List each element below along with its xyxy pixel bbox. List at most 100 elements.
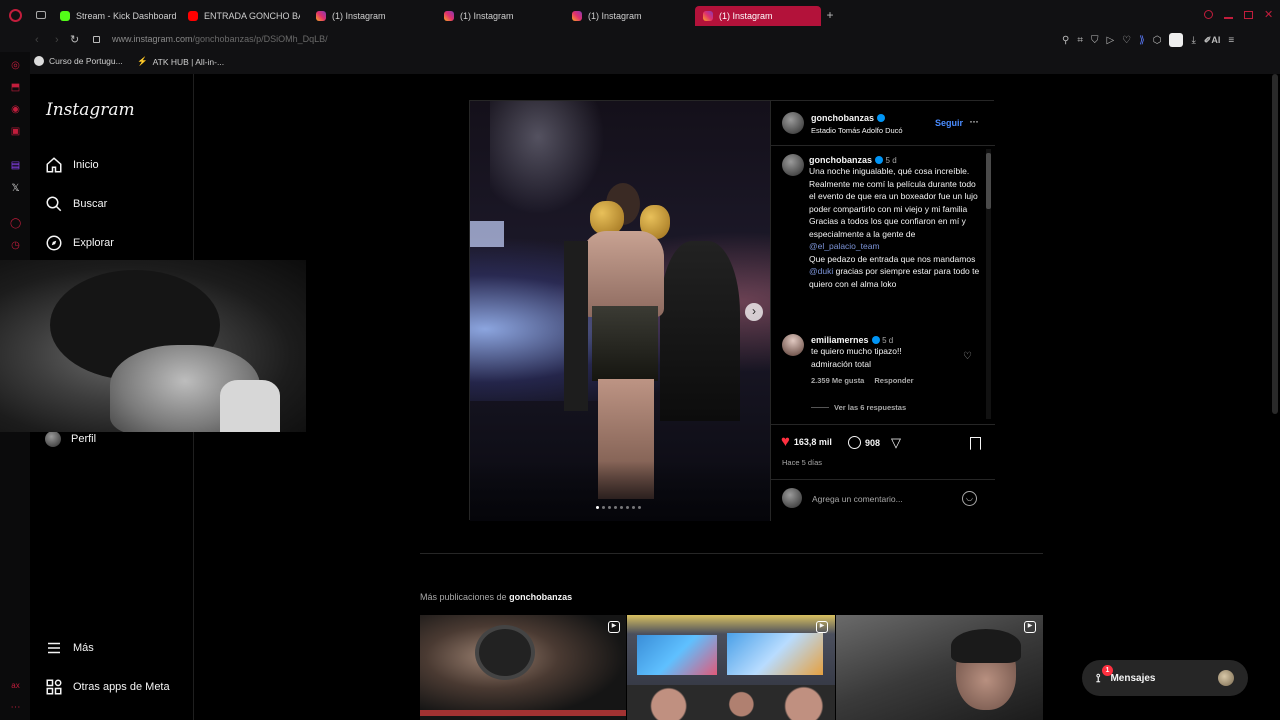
messages-button[interactable]: ⟟ 1 Mensajes — [1082, 660, 1248, 696]
comment-block: emiliamernes 5 d te quiero mucho tipazo!… — [811, 335, 971, 385]
caption-time: 5 d — [885, 156, 897, 165]
grid-post-3[interactable] — [836, 615, 1043, 720]
more-options-icon[interactable]: ··· — [969, 114, 979, 128]
page-scrollbar[interactable] — [1272, 74, 1278, 414]
history-icon[interactable]: ◷ — [10, 240, 21, 251]
share-icon[interactable]: ▽ — [891, 435, 901, 451]
caption-username[interactable]: gonchobanzas — [809, 155, 872, 165]
instagram-logo[interactable]: Instagram — [46, 100, 135, 120]
menu-icon — [48, 642, 60, 654]
caption-header: gonchobanzas 5 d — [809, 155, 981, 165]
comment-like-icon[interactable]: ♡ — [963, 351, 972, 362]
tab-instagram-3[interactable]: (1) Instagram — [572, 6, 684, 26]
player-icon[interactable]: ◯ — [10, 218, 21, 229]
profile-avatar-icon — [45, 431, 61, 447]
tab-label: (1) Instagram — [460, 11, 514, 21]
heart-icon[interactable]: ♡ — [1122, 35, 1131, 46]
instagram-sidebar-icon[interactable]: ◉ — [10, 104, 21, 115]
tab-instagram-2[interactable]: (1) Instagram — [444, 6, 556, 26]
more-username[interactable]: gonchobanzas — [509, 592, 572, 602]
view-replies-button[interactable]: Ver las 6 respuestas — [834, 403, 906, 412]
messages-label: Mensajes — [1110, 672, 1156, 684]
add-comment-input[interactable]: Agrega un comentario... — [812, 494, 903, 504]
tab-youtube[interactable]: ENTRADA GONCHO BANZ... — [188, 6, 300, 26]
author-username[interactable]: gonchobanzas — [811, 113, 886, 123]
tab-label: Stream - Kick Dashboard — [76, 11, 177, 21]
tab-instagram-1[interactable]: (1) Instagram — [316, 6, 428, 26]
caption-text-2: Gracias a todos los que confiaron en mí … — [809, 216, 966, 239]
author-avatar[interactable] — [782, 112, 804, 134]
minimize-icon[interactable] — [1224, 17, 1233, 19]
tab-instagram-active[interactable]: (1) Instagram — [695, 6, 821, 26]
workspaces-icon[interactable] — [36, 11, 46, 19]
lightning-icon: ⚡ — [137, 56, 148, 66]
bookmark-atkhub[interactable]: ⚡ ATK HUB | All-in-... — [137, 56, 224, 67]
new-tab-button[interactable]: + — [824, 9, 836, 21]
comments-scrollbar-thumb[interactable] — [986, 153, 991, 209]
post-location[interactable]: Estadio Tomás Adolfo Ducó — [811, 126, 903, 135]
menu-icon[interactable]: ≡ — [1228, 35, 1234, 46]
comment-button[interactable]: 908 — [848, 436, 880, 449]
reel-icon: ▶ — [608, 621, 620, 633]
nav-explorar[interactable]: Explorar — [45, 232, 114, 254]
audio-icon[interactable]: ⟫ — [1139, 35, 1145, 46]
opera-logo-icon[interactable] — [9, 9, 22, 22]
download-icon[interactable]: ⤓ — [1191, 35, 1195, 46]
messenger-icon[interactable]: ▣ — [10, 126, 21, 137]
extensions-sidebar-icon[interactable]: ax — [10, 680, 21, 691]
save-bookmark-icon[interactable] — [970, 437, 981, 450]
profile-extension-icon[interactable] — [1169, 33, 1184, 47]
likes-count: 163,8 mil — [793, 437, 832, 447]
back-icon[interactable]: ‹ — [35, 34, 39, 46]
nav-mas[interactable]: Más — [45, 637, 94, 659]
search-tabs-icon[interactable] — [1204, 10, 1213, 19]
ai-button[interactable]: ✐AI — [1204, 35, 1221, 46]
boxer-body — [582, 231, 664, 317]
verified-badge-icon — [877, 114, 886, 122]
twitch-icon[interactable]: ▤ — [10, 160, 21, 171]
search-icon — [46, 196, 62, 212]
nav-label: Más — [73, 642, 94, 654]
emoji-icon[interactable]: ◡ — [962, 491, 977, 506]
tab-label: (1) Instagram — [588, 11, 642, 21]
boxing-glove-left — [590, 201, 624, 235]
snapshot-icon[interactable]: ⌗ — [1077, 35, 1083, 46]
caption-avatar[interactable] — [782, 154, 804, 176]
x-icon[interactable]: 𝕏 — [10, 183, 21, 194]
shield-icon[interactable]: ⛉ — [1091, 35, 1099, 46]
forward-icon[interactable]: › — [55, 34, 59, 46]
url-field[interactable]: www.instagram.com/gonchobanzas/p/DSiOMh_… — [112, 34, 328, 44]
url-path: /gonchobanzas/p/DSiOMh_DqLB/ — [192, 34, 328, 44]
comment-likes[interactable]: 2.359 Me gusta — [811, 376, 864, 385]
grid-post-1[interactable] — [420, 615, 626, 720]
nav-buscar[interactable]: Buscar — [45, 193, 107, 215]
reload-icon[interactable]: ↻ — [70, 33, 79, 46]
aria-icon[interactable]: ◎ — [10, 60, 21, 71]
mention-el-palacio[interactable]: @el_palacio_team — [809, 240, 981, 253]
like-button[interactable]: ♥ 163,8 mil — [781, 434, 832, 449]
bookmark-curso[interactable]: Curso de Portugu... — [34, 56, 123, 66]
boxer-shorts — [592, 306, 658, 381]
nav-inicio[interactable]: Inicio — [45, 154, 99, 176]
carousel-next-button[interactable]: › — [745, 303, 763, 321]
carousel-dot — [614, 506, 617, 509]
mention-duki[interactable]: @duki — [809, 266, 833, 276]
close-window-icon[interactable]: ✕ — [1264, 8, 1273, 21]
crypto-wallet-icon[interactable]: ⬒ — [10, 82, 21, 93]
carousel-dots — [596, 506, 641, 509]
nav-otras-apps[interactable]: Otras apps de Meta — [45, 676, 170, 698]
current-user-avatar — [782, 488, 802, 508]
play-icon[interactable]: ▷ — [1106, 35, 1114, 46]
reply-button[interactable]: Responder — [874, 376, 913, 385]
maximize-icon[interactable] — [1244, 11, 1253, 19]
more-sidebar-icon[interactable]: ⋯ — [10, 702, 21, 713]
follow-button[interactable]: Seguir — [935, 118, 963, 128]
tab-kick-dashboard[interactable]: Stream - Kick Dashboard — [60, 6, 178, 26]
comments-count: 908 — [865, 437, 881, 448]
comment-username[interactable]: emiliamernes — [811, 335, 869, 345]
extensions-icon[interactable]: ⬡ — [1153, 35, 1162, 46]
comment-avatar[interactable] — [782, 334, 804, 356]
pin-icon[interactable]: ⚲ — [1062, 35, 1069, 46]
grid-post-2[interactable] — [627, 615, 835, 720]
post-media[interactable]: › — [470, 101, 770, 521]
